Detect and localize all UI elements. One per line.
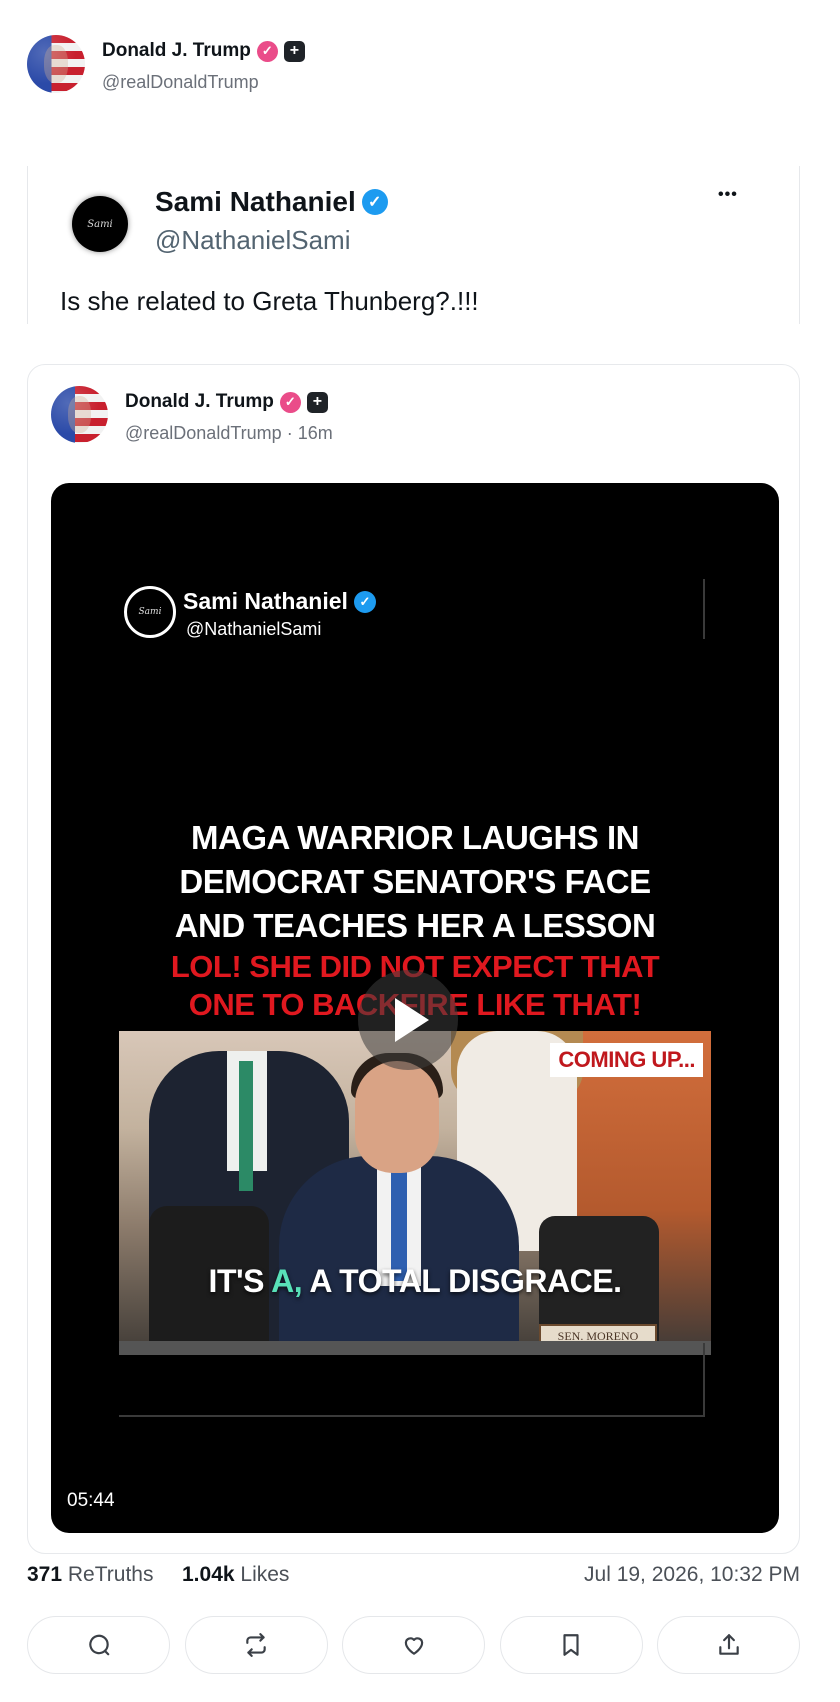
time-separator: · [286, 423, 293, 443]
headline-line: AND TEACHES HER A LESSON [174, 907, 656, 944]
likes-number: 1.04k [182, 1563, 235, 1586]
video-duration: 05:44 [67, 1490, 115, 1511]
video-player[interactable]: Sami Sami Nathaniel ✓ @NathanielSami MAG… [51, 483, 779, 1533]
plus-badge-icon: + [283, 40, 305, 62]
video-headline: MAGA WARRIOR LAUGHS IN DEMOCRAT SENATOR'… [51, 816, 779, 948]
share-button[interactable] [657, 1616, 800, 1674]
quoted-author-handle[interactable]: @NathanielSami [155, 225, 350, 256]
author-handle[interactable]: @realDonaldTrump [102, 72, 259, 93]
inner-author-name[interactable]: Donald J. Trump [125, 391, 274, 413]
inner-author-avatar[interactable] [51, 386, 108, 443]
frame-bottom-bar [119, 1341, 711, 1355]
post-time[interactable]: 16m [298, 423, 333, 443]
verified-badge-icon: ✓ [279, 391, 301, 413]
video-still-frame: COMING UP... IT'S A, A TOTAL DISGRACE. S… [119, 1031, 711, 1355]
reply-icon [88, 1634, 109, 1656]
verified-badge-icon: ✓ [256, 40, 278, 62]
play-button-icon[interactable] [358, 970, 458, 1070]
quoted-author-avatar[interactable]: Sami [72, 196, 128, 252]
likes-count[interactable]: 1.04k Likes [182, 1563, 289, 1587]
share-icon [718, 1634, 739, 1655]
author-name[interactable]: Donald J. Trump [102, 40, 251, 62]
headline-line: DEMOCRAT SENATOR'S FACE [179, 863, 651, 900]
verified-badge-icon: ✓ [353, 590, 376, 613]
caption-post: A TOTAL DISGRACE. [302, 1263, 622, 1299]
retruths-label: ReTruths [62, 1563, 154, 1586]
post-date: Jul 19, 2026, 10:32 PM [584, 1563, 800, 1586]
inner-name-row: Donald J. Trump ✓ + [125, 391, 328, 413]
bookmark-icon [563, 1634, 579, 1656]
video-divider [119, 1415, 705, 1417]
reply-button[interactable] [27, 1616, 170, 1674]
likes-label: Likes [234, 1563, 290, 1586]
video-overlay-name: Sami Nathaniel ✓ [183, 588, 376, 615]
video-overlay-name-text: Sami Nathaniel [183, 588, 348, 614]
video-caption: IT'S A, A TOTAL DISGRACE. [119, 1263, 711, 1300]
headline-line: MAGA WARRIOR LAUGHS IN [191, 819, 639, 856]
caption-pre: IT'S [208, 1263, 272, 1299]
video-avatar-text: Sami [138, 607, 162, 617]
bookmark-button[interactable] [499, 1616, 643, 1674]
video-overlay-avatar: Sami [124, 586, 176, 638]
retruths-count[interactable]: 371 ReTruths [27, 1563, 153, 1587]
retruths-number: 371 [27, 1563, 63, 1586]
video-overlay-handle: @NathanielSami [186, 619, 322, 639]
retruth-button[interactable] [184, 1616, 328, 1674]
verified-badge-icon: ✓ [361, 189, 388, 215]
plus-badge-icon: + [306, 391, 328, 413]
inner-author-handle[interactable]: @realDonaldTrump [125, 423, 282, 443]
quoted-tweet-text: Is she related to Greta Thunberg?.!!! [60, 286, 479, 316]
post-stats: 371 ReTruths 1.04k Likes Jul 19, 2026, 1… [27, 1563, 800, 1593]
inner-author-meta: @realDonaldTrump · 16m [125, 423, 333, 444]
retruth-icon [246, 1633, 266, 1657]
more-options-icon[interactable]: ••• [718, 186, 738, 204]
video-divider [703, 1343, 705, 1417]
quoted-avatar-text: Sami [87, 218, 113, 230]
heart-icon [404, 1637, 423, 1655]
coming-up-banner: COMING UP... [550, 1043, 703, 1077]
action-bar [27, 1616, 800, 1674]
caption-accent: A, [271, 1263, 303, 1299]
like-button[interactable] [342, 1616, 485, 1674]
quoted-name-row: Sami Nathaniel ✓ [155, 186, 388, 218]
author-avatar[interactable] [27, 35, 85, 93]
author-name-row: Donald J. Trump ✓ + [102, 40, 305, 62]
quoted-author-name[interactable]: Sami Nathaniel [155, 186, 356, 218]
background-person-tie [239, 1061, 253, 1191]
speaker-head [355, 1061, 439, 1173]
video-divider [703, 579, 705, 639]
